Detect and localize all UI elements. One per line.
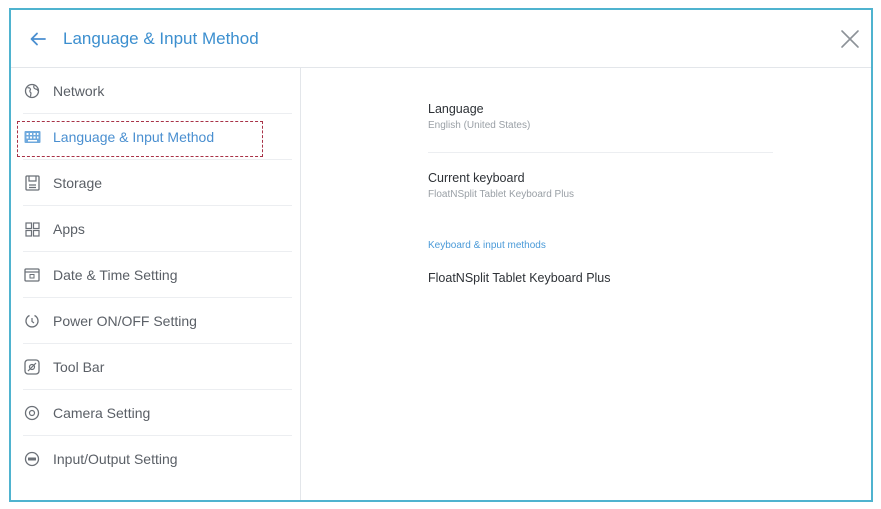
toolbar-icon [23, 358, 41, 376]
sidebar-item-label: Input/Output Setting [53, 451, 178, 467]
sidebar-item-language-input-method[interactable]: Language & Input Method [11, 114, 300, 160]
divider [428, 152, 773, 153]
calendar-icon [23, 266, 41, 284]
storage-icon [23, 174, 41, 192]
arrow-left-icon [30, 32, 46, 45]
sidebar-item-network[interactable]: Network [11, 68, 300, 114]
content-panel: Language English (United States) Current… [301, 68, 871, 500]
sidebar: Network Language & Input Method Storage … [11, 68, 301, 500]
close-icon [841, 30, 859, 48]
current-keyboard-setting[interactable]: Current keyboard FloatNSplit Tablet Keyb… [428, 171, 768, 200]
title-bar: Language & Input Method [11, 10, 871, 68]
sidebar-item-label: Language & Input Method [53, 129, 215, 145]
sidebar-item-label: Network [53, 83, 105, 99]
sidebar-item-label: Apps [53, 221, 85, 237]
sidebar-item-label: Storage [53, 175, 103, 191]
input-output-icon [23, 450, 41, 468]
sidebar-item-power-on-off-setting[interactable]: Power ON/OFF Setting [11, 298, 300, 344]
settings-window: Language & Input Method Network Language… [9, 8, 873, 502]
sidebar-item-label: Camera Setting [53, 405, 151, 421]
keyboard-icon [23, 128, 41, 146]
keyboard-item-title: FloatNSplit Tablet Keyboard Plus [428, 271, 611, 285]
section-header-keyboard-input-methods: Keyboard & input methods [428, 240, 546, 251]
language-setting[interactable]: Language English (United States) [428, 102, 768, 131]
current-keyboard-title: Current keyboard [428, 171, 525, 185]
sidebar-item-camera-setting[interactable]: Camera Setting [11, 390, 300, 436]
sidebar-item-input-output-setting[interactable]: Input/Output Setting [11, 436, 300, 482]
sidebar-item-date-time-setting[interactable]: Date & Time Setting [11, 252, 300, 298]
page-title: Language & Input Method [63, 28, 259, 48]
sidebar-item-label: Tool Bar [53, 359, 105, 375]
sidebar-item-label: Date & Time Setting [53, 267, 178, 283]
apps-grid-icon [23, 220, 41, 238]
sidebar-item-storage[interactable]: Storage [11, 160, 300, 206]
globe-icon [23, 82, 41, 100]
sidebar-item-tool-bar[interactable]: Tool Bar [11, 344, 300, 390]
power-icon [23, 312, 41, 330]
back-button[interactable] [23, 24, 53, 54]
language-title: Language [428, 102, 484, 116]
keyboard-item-floatnsplit[interactable]: FloatNSplit Tablet Keyboard Plus [428, 271, 768, 285]
close-button[interactable] [835, 24, 865, 54]
camera-icon [23, 404, 41, 422]
sidebar-item-label: Power ON/OFF Setting [53, 313, 197, 329]
language-value: English (United States) [428, 120, 531, 131]
sidebar-item-apps[interactable]: Apps [11, 206, 300, 252]
current-keyboard-value: FloatNSplit Tablet Keyboard Plus [428, 189, 575, 200]
